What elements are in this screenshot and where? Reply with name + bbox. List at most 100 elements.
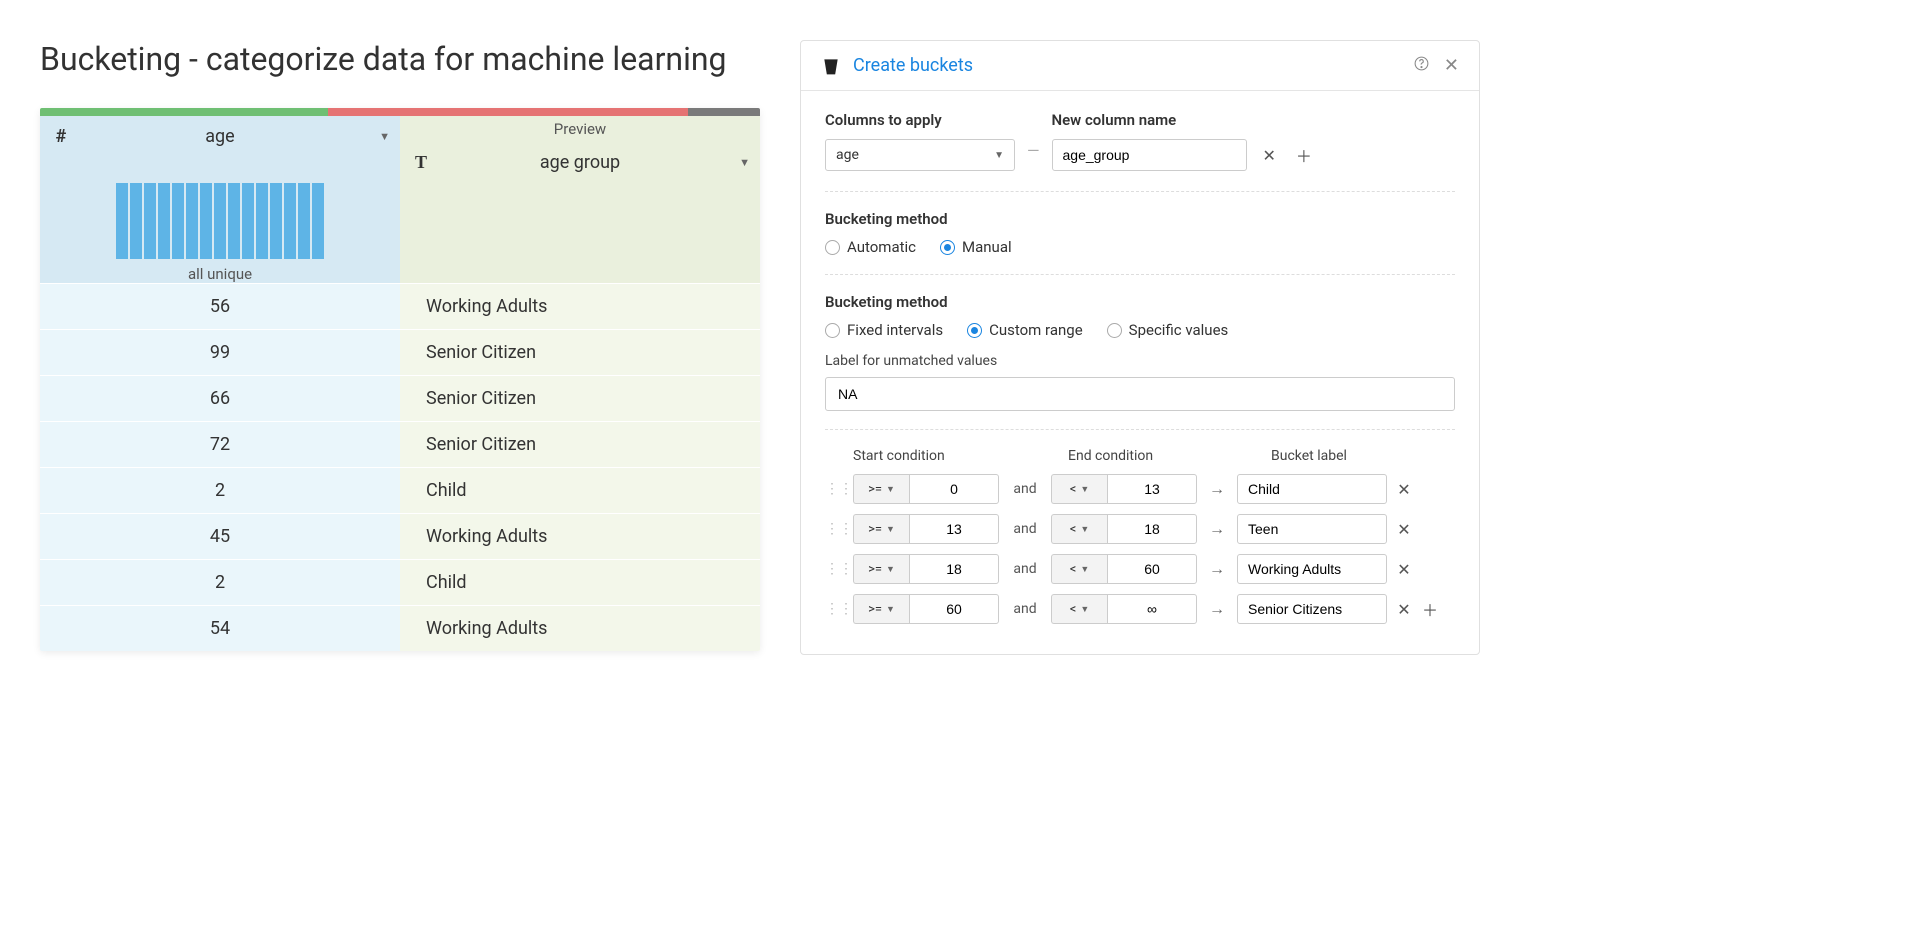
number-type-icon: # xyxy=(50,126,72,147)
radio-manual[interactable]: Manual xyxy=(940,238,1012,256)
table-row: 56Working Adults xyxy=(40,283,760,329)
end-op-select[interactable]: < ▼ xyxy=(1051,554,1107,584)
add-row-icon[interactable]: ＋ xyxy=(1421,597,1439,621)
bucketing-method2-label: Bucketing method xyxy=(825,293,1455,311)
cell-age: 56 xyxy=(40,283,400,329)
table-row: 72Senior Citizen xyxy=(40,421,760,467)
histogram-label: all unique xyxy=(40,265,400,283)
arrow-right-icon: → xyxy=(1205,479,1229,499)
columns-apply-select[interactable]: age ▼ xyxy=(825,139,1015,171)
close-icon[interactable]: ✕ xyxy=(1444,55,1459,76)
table-row: 45Working Adults xyxy=(40,513,760,559)
create-buckets-panel: Create buckets ✕ Columns to apply age ▼ … xyxy=(800,40,1480,655)
column-header-age[interactable]: # age ▼ xyxy=(40,116,400,157)
cell-group: Senior Citizen xyxy=(400,421,760,467)
column-quality-bar xyxy=(40,108,760,116)
column-header-age-label: age xyxy=(205,126,234,147)
condition-row: ⋮⋮>= ▼and< ▼→✕ xyxy=(825,554,1455,584)
delete-row-icon[interactable]: ✕ xyxy=(1395,480,1413,499)
cell-group: Senior Citizen xyxy=(400,329,760,375)
new-column-label: New column name xyxy=(1052,111,1316,129)
bucket-icon xyxy=(821,56,841,76)
chevron-down-icon[interactable]: ▼ xyxy=(739,156,750,169)
cell-group: Child xyxy=(400,559,760,605)
end-op-select[interactable]: < ▼ xyxy=(1051,514,1107,544)
condition-row: ⋮⋮>= ▼and< ▼→✕＋ xyxy=(825,594,1455,624)
end-value-input[interactable] xyxy=(1107,594,1197,624)
delete-row-icon[interactable]: ✕ xyxy=(1395,520,1413,539)
delete-row-icon[interactable]: ✕ xyxy=(1395,600,1413,619)
condition-row: ⋮⋮ >= ▼ and < ▼ → ✕ xyxy=(825,514,1455,544)
columns-apply-label: Columns to apply xyxy=(825,111,1015,129)
cond-header-start: Start condition xyxy=(853,448,1008,464)
cell-age: 2 xyxy=(40,559,400,605)
chevron-down-icon[interactable]: ▼ xyxy=(379,130,390,143)
unmatched-label: Label for unmatched values xyxy=(825,353,1455,369)
delete-row-icon[interactable]: ✕ xyxy=(1395,560,1413,579)
table-row: 2Child xyxy=(40,467,760,513)
radio-custom-range[interactable]: Custom range xyxy=(967,321,1083,339)
column-header-group[interactable]: T age group ▼ xyxy=(400,142,760,183)
add-column-icon[interactable]: ＋ xyxy=(1292,143,1316,167)
preview-label: Preview xyxy=(400,116,760,142)
start-op-select[interactable]: >= ▼ xyxy=(853,594,909,624)
table-row: 99Senior Citizen xyxy=(40,329,760,375)
cell-age: 45 xyxy=(40,513,400,559)
remove-column-icon[interactable]: ✕ xyxy=(1259,146,1280,165)
new-column-input[interactable] xyxy=(1052,139,1247,171)
end-op-select[interactable]: < ▼ xyxy=(1051,594,1107,624)
start-value-input[interactable] xyxy=(909,514,999,544)
start-op-select[interactable]: >= ▼ xyxy=(853,514,909,544)
drag-handle-icon[interactable]: ⋮⋮ xyxy=(825,561,845,577)
bucket-label-input[interactable] xyxy=(1237,594,1387,624)
drag-handle-icon[interactable]: ⋮⋮ xyxy=(825,521,845,537)
arrow-right-icon: → xyxy=(1205,519,1229,539)
radio-specific-values[interactable]: Specific values xyxy=(1107,321,1229,339)
column-header-group-label: age group xyxy=(540,152,620,173)
cond-header-end: End condition xyxy=(1068,448,1223,464)
text-type-icon: T xyxy=(410,152,432,173)
bucket-label-input[interactable] xyxy=(1237,474,1387,504)
arrow-right-icon: → xyxy=(1205,559,1229,579)
cell-age: 99 xyxy=(40,329,400,375)
cell-age: 66 xyxy=(40,375,400,421)
bucketing-method-label: Bucketing method xyxy=(825,210,1455,228)
and-text: and xyxy=(1007,521,1043,537)
bucket-label-input[interactable] xyxy=(1237,514,1387,544)
end-value-input[interactable] xyxy=(1107,474,1197,504)
drag-handle-icon[interactable]: ⋮⋮ xyxy=(825,601,845,617)
drag-handle-icon[interactable]: ⋮⋮ xyxy=(825,481,845,497)
start-value-input[interactable] xyxy=(909,474,999,504)
radio-fixed-intervals[interactable]: Fixed intervals xyxy=(825,321,943,339)
table-row: 66Senior Citizen xyxy=(40,375,760,421)
page-title: Bucketing - categorize data for machine … xyxy=(40,40,760,78)
panel-title: Create buckets xyxy=(853,55,1399,76)
cell-age: 72 xyxy=(40,421,400,467)
connector-line: — xyxy=(1027,111,1040,160)
end-op-select[interactable]: < ▼ xyxy=(1051,474,1107,504)
start-op-select[interactable]: >= ▼ xyxy=(853,474,909,504)
cond-header-label: Bucket label xyxy=(1271,448,1455,464)
cell-age: 54 xyxy=(40,605,400,651)
bucket-label-input[interactable] xyxy=(1237,554,1387,584)
table-row: 54Working Adults xyxy=(40,605,760,651)
histogram: all unique xyxy=(40,183,400,283)
condition-row: ⋮⋮>= ▼and< ▼→✕ xyxy=(825,474,1455,504)
cell-age: 2 xyxy=(40,467,400,513)
unmatched-input[interactable] xyxy=(825,377,1455,411)
cell-group: Working Adults xyxy=(400,605,760,651)
radio-automatic[interactable]: Automatic xyxy=(825,238,916,256)
help-icon[interactable] xyxy=(1413,55,1430,76)
start-op-select[interactable]: >= ▼ xyxy=(853,554,909,584)
cell-group: Child xyxy=(400,467,760,513)
arrow-right-icon: → xyxy=(1205,599,1229,619)
cell-group: Working Adults xyxy=(400,513,760,559)
start-value-input[interactable] xyxy=(909,594,999,624)
end-value-input[interactable] xyxy=(1107,554,1197,584)
columns-apply-value: age xyxy=(836,147,859,163)
cell-group: Senior Citizen xyxy=(400,375,760,421)
end-value-input[interactable] xyxy=(1107,514,1197,544)
chevron-down-icon: ▼ xyxy=(994,150,1004,161)
start-value-input[interactable] xyxy=(909,554,999,584)
data-table: # age ▼ Preview T age group ▼ xyxy=(40,108,760,651)
